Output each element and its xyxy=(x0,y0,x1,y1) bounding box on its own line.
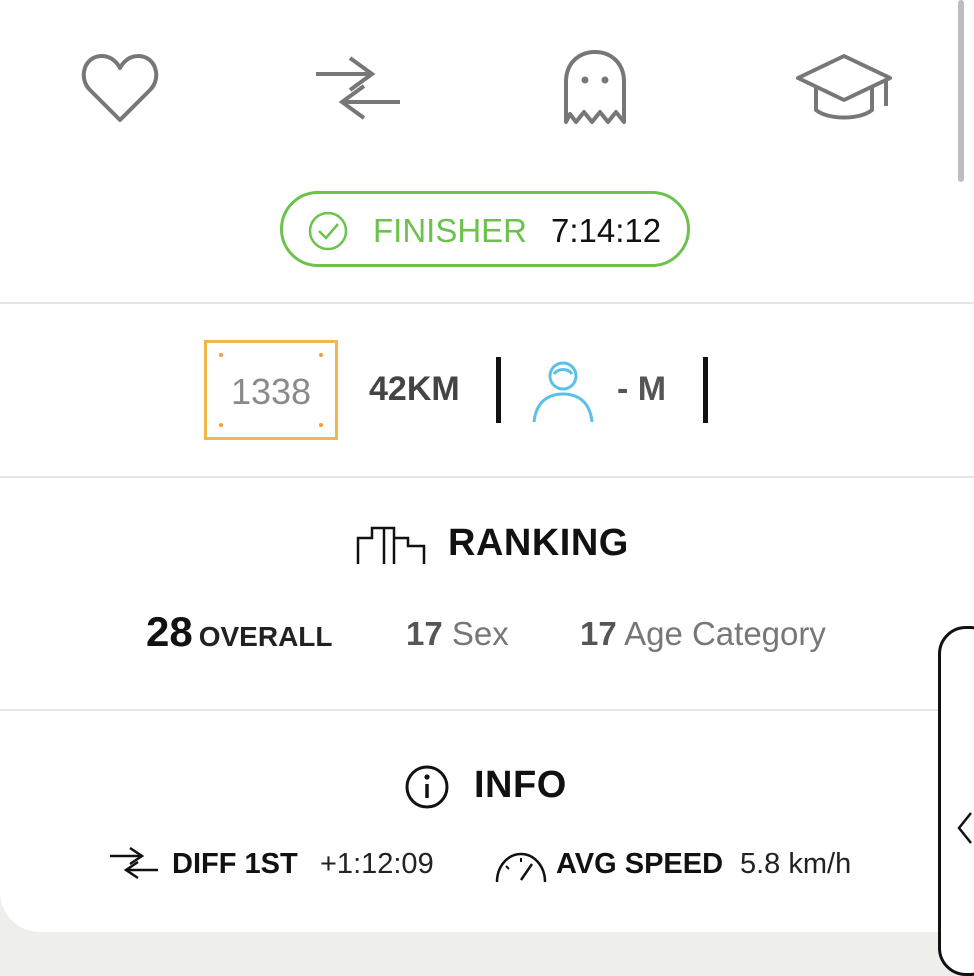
age-rank-value: 17 xyxy=(580,615,617,652)
swap-arrows-icon xyxy=(110,846,158,880)
sex-rank-label: Sex xyxy=(451,615,509,652)
ghost-icon[interactable] xyxy=(560,48,630,128)
finisher-status-badge: FINISHER 7:14:12 xyxy=(280,191,690,267)
avg-speed-label: AVG SPEED xyxy=(556,848,724,880)
separator xyxy=(703,357,708,423)
swap-arrows-icon[interactable] xyxy=(314,56,404,126)
overall-rank-value: 28 xyxy=(146,608,193,655)
info-icon xyxy=(405,765,449,809)
divider xyxy=(0,476,974,478)
chevron-left-icon xyxy=(955,811,974,850)
overall-rank-label: OVERALL xyxy=(198,621,333,652)
person-icon xyxy=(530,358,596,429)
avg-speed-row: AVG SPEED 5.8 km/h xyxy=(494,840,894,884)
diff-first-label: DIFF 1ST xyxy=(172,848,298,880)
bib-number: 1338 xyxy=(230,371,312,412)
ranking-header: RANKING xyxy=(0,522,974,572)
info-header: INFO xyxy=(0,762,974,812)
divider xyxy=(0,302,974,304)
speedometer-icon xyxy=(495,852,547,883)
race-distance: 42KM xyxy=(369,370,460,408)
buildings-icon xyxy=(356,526,426,564)
diff-first-row: DIFF 1ST +1:12:09 xyxy=(108,840,468,884)
finisher-label: FINISHER xyxy=(373,212,528,249)
separator xyxy=(496,357,501,423)
age-rank-label: Age Category xyxy=(624,615,826,652)
ranking-title: RANKING xyxy=(448,522,629,564)
heart-icon[interactable] xyxy=(80,50,160,124)
rank-sex: 17 Sex xyxy=(406,615,509,653)
rank-age-category: 17 Age Category xyxy=(580,615,826,653)
side-drawer-toggle[interactable] xyxy=(938,626,974,976)
graduation-cap-icon[interactable] xyxy=(794,52,894,126)
gender-label: - M xyxy=(617,370,667,408)
bib-number-badge: 1338 xyxy=(204,340,338,440)
avg-speed-value: 5.8 km/h xyxy=(740,848,852,880)
diff-first-value: +1:12:09 xyxy=(320,848,434,880)
check-circle-icon xyxy=(307,210,349,257)
finish-time: 7:14:12 xyxy=(551,212,662,249)
info-title: INFO xyxy=(474,764,567,806)
result-card: FINISHER 7:14:12 1338 42KM - M RANKING 2… xyxy=(0,0,974,932)
sex-rank-value: 17 xyxy=(406,615,443,652)
divider xyxy=(0,709,974,711)
action-icon-row xyxy=(0,40,974,140)
rank-overall: 28 OVERALL xyxy=(146,608,333,656)
